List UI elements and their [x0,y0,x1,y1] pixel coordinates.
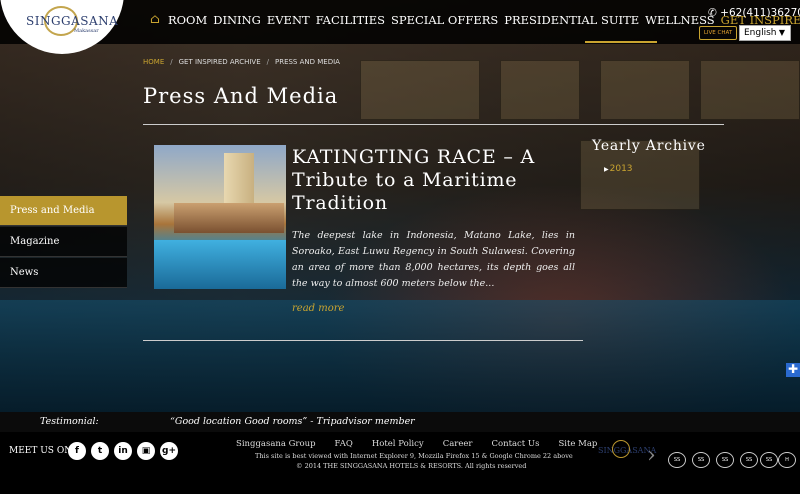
article-excerpt: The deepest lake in Indonesia, Matano La… [292,230,575,289]
language-select[interactable]: English ▼ [739,25,791,41]
footer-link-sitemap[interactable]: Site Map [558,439,597,449]
home-icon[interactable]: ⌂ [150,12,160,27]
linkedin-icon[interactable]: in [114,442,132,460]
share-plus-icon[interactable]: ✚ [786,363,800,377]
breadcrumb-separator: / [266,58,269,66]
hotel-logo-icon[interactable]: H [778,452,796,468]
breadcrumb-separator: / [170,58,173,66]
live-chat-button[interactable]: LIVE CHAT [699,26,737,40]
archive-year-item[interactable]: ▶2013 [604,164,633,174]
bullet-icon: ▶ [604,166,609,173]
nav-item-presidential-suite[interactable]: PRESIDENTIAL SUITE [504,13,639,27]
title-divider [143,124,724,125]
phone-number[interactable]: ✆ +62(411)3627051 [708,7,800,19]
breadcrumb-archive[interactable]: GET INSPIRED ARCHIVE [179,58,261,66]
chevron-down-icon: ▼ [778,28,785,37]
phone-icon: ✆ [708,7,717,19]
twitter-icon[interactable]: t [91,442,109,460]
footer-link-group[interactable]: Singgasana Group [236,439,316,449]
language-value: English [744,28,777,38]
facebook-icon[interactable]: f [68,442,86,460]
footer-link-faq[interactable]: FAQ [335,439,353,449]
nav-item-dining[interactable]: DINING [213,13,261,27]
hotel-logo-icon[interactable]: SS [668,452,686,468]
logo-text: SINGGASANA [26,14,119,28]
nav-item-special-offers[interactable]: SPECIAL OFFERS [391,13,498,27]
hotel-logo-icon[interactable]: SS [760,452,778,468]
nav-item-event[interactable]: EVENT [267,13,310,27]
archive-year-label: 2013 [609,164,633,174]
footer-links: Singgasana Group FAQ Hotel Policy Career… [236,439,616,449]
logo-subtext: Makassar [74,28,99,34]
breadcrumb: HOME / GET INSPIRED ARCHIVE / PRESS AND … [143,58,340,66]
sidebar-item-press-and-media[interactable]: Press and Media [0,196,127,226]
nav-item-wellness[interactable]: WELLNESS [645,13,715,27]
chevron-right-icon: › [647,443,656,468]
footer-link-contact[interactable]: Contact Us [491,439,539,449]
hotel-logo-icon[interactable]: SS [740,452,758,468]
sidebar: Press and Media Magazine News [0,196,127,289]
read-more-link[interactable]: read more [292,303,344,314]
sidebar-item-magazine[interactable]: Magazine [0,227,127,257]
flickr-icon[interactable]: ▣ [137,442,155,460]
page-title: Press And Media [143,84,339,108]
browser-note: This site is best viewed with Internet E… [255,452,573,460]
active-nav-underline [585,41,657,43]
hotel-logo-icon[interactable]: SS [692,452,710,468]
meet-us-label: MEET US ON [9,446,73,456]
main-nav: ⌂ ROOM DINING EVENT FACILITIES SPECIAL O… [150,12,800,27]
article-thumbnail[interactable] [154,145,286,289]
google-plus-icon[interactable]: g+ [160,442,178,460]
footer-link-career[interactable]: Career [443,439,473,449]
testimonial-quote: “Good location Good rooms” - Tripadvisor… [170,416,415,427]
breadcrumb-home[interactable]: HOME [143,58,164,66]
testimonial-strip: Testimonial: “Good location Good rooms” … [0,412,800,432]
nav-item-room[interactable]: ROOM [168,13,207,27]
hotel-logo-icon[interactable]: SS [716,452,734,468]
nav-item-facilities[interactable]: FACILITIES [316,13,385,27]
archive-title: Yearly Archive [592,138,706,154]
footer: MEET US ON f t in ▣ g+ Singgasana Group … [0,432,800,494]
footer-link-hotel-policy[interactable]: Hotel Policy [372,439,424,449]
phone-text: +62(411)3627051 [720,7,800,19]
breadcrumb-current: PRESS AND MEDIA [274,58,340,66]
testimonial-label: Testimonial: [40,416,99,427]
copyright: © 2014 THE SINGGASANA HOTELS & RESORTS. … [296,462,527,470]
article-divider [143,340,583,341]
article-title[interactable]: KATINGTING RACE – A Tribute to a Maritim… [292,146,562,215]
sidebar-item-news[interactable]: News [0,258,127,288]
